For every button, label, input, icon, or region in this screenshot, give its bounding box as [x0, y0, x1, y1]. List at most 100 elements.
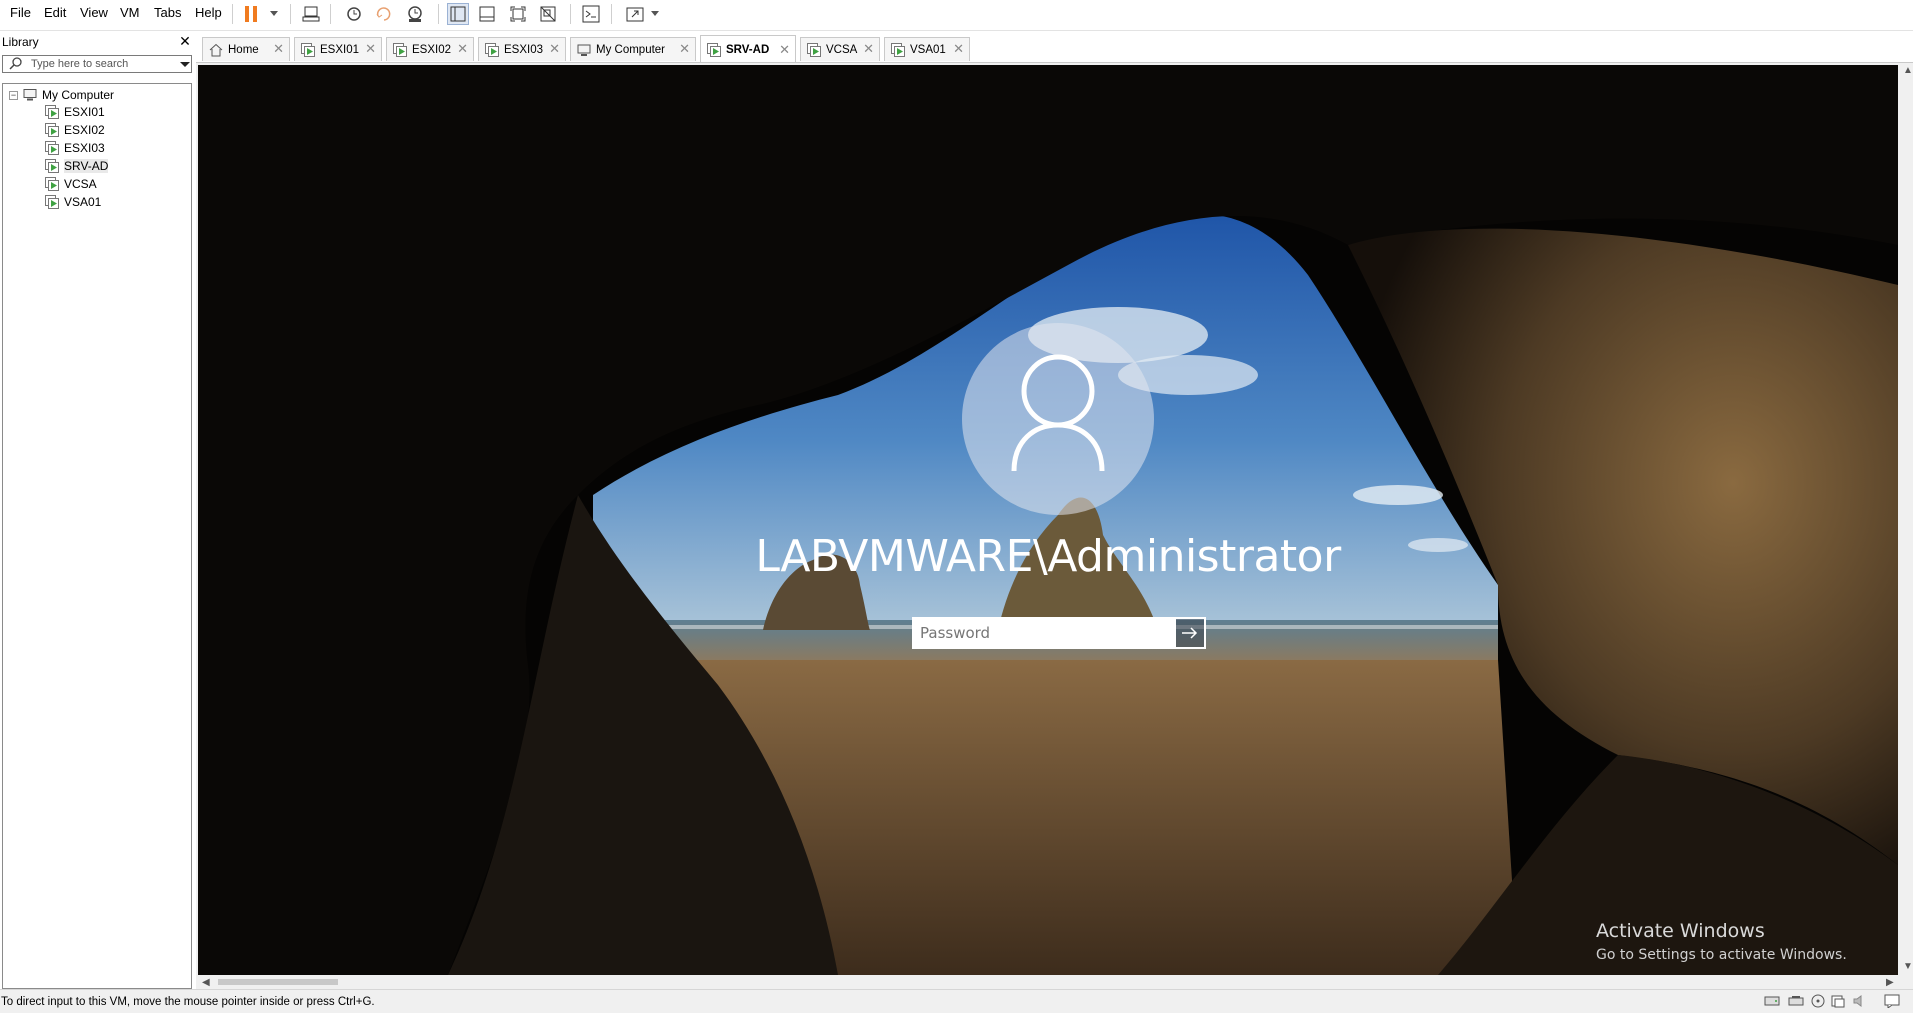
tab-label: SRV-AD — [726, 43, 770, 56]
search-input[interactable] — [31, 57, 171, 71]
library-title: Library — [2, 35, 39, 49]
library-panel: Library ✕ − My Computer ESXI01 ESXI02 ES… — [0, 31, 194, 989]
menu-help[interactable]: Help — [193, 3, 224, 23]
toolbar-separator — [570, 4, 571, 24]
snapshot-revert-icon[interactable] — [373, 3, 395, 25]
scroll-up-icon[interactable]: ▲ — [1903, 65, 1913, 76]
tab-my-computer[interactable]: My Computer ✕ — [570, 37, 696, 61]
console-view-icon[interactable] — [580, 3, 602, 25]
send-ctrl-alt-del-icon[interactable] — [300, 3, 322, 25]
cd-dvd-icon[interactable] — [1810, 994, 1826, 1008]
tab-srv-ad[interactable]: SRV-AD ✕ — [700, 35, 796, 63]
search-icon — [9, 57, 23, 71]
close-icon[interactable]: ✕ — [365, 42, 376, 55]
vm-running-icon — [45, 105, 59, 119]
user-avatar — [962, 323, 1154, 515]
tree-label: My Computer — [42, 88, 115, 102]
toolbar-separator — [611, 4, 612, 24]
show-library-icon[interactable] — [447, 3, 469, 25]
tab-esxi02[interactable]: ESXI02 ✕ — [386, 37, 474, 61]
sound-icon[interactable] — [1852, 994, 1868, 1008]
pause-icon[interactable] — [240, 3, 262, 25]
unity-icon[interactable] — [537, 3, 559, 25]
menu-edit[interactable]: Edit — [42, 3, 68, 23]
tab-label: ESXI03 — [504, 43, 543, 56]
tab-esxi03[interactable]: ESXI03 ✕ — [478, 37, 566, 61]
toolbar-separator — [438, 4, 439, 24]
full-screen-icon[interactable] — [507, 3, 529, 25]
vm-running-icon — [45, 195, 59, 209]
tab-vsa01[interactable]: VSA01 ✕ — [884, 37, 970, 61]
tab-label: VSA01 — [910, 43, 946, 56]
menu-vm[interactable]: VM — [118, 3, 142, 23]
snapshot-take-icon[interactable] — [343, 3, 365, 25]
user-icon — [1011, 354, 1105, 472]
tab-vcsa[interactable]: VCSA ✕ — [800, 37, 880, 61]
tab-home[interactable]: Home ✕ — [202, 37, 290, 61]
scroll-right-icon[interactable]: ▶ — [1886, 977, 1894, 988]
vm-icon — [301, 42, 315, 57]
stretch-dropdown-icon[interactable] — [651, 11, 659, 16]
chevron-down-icon[interactable] — [180, 62, 190, 67]
library-search — [2, 55, 192, 73]
tree-item-vm[interactable]: ESXI01 — [45, 104, 105, 120]
vm-icon — [891, 42, 905, 57]
tab-label: ESXI02 — [412, 43, 451, 56]
power-dropdown-icon[interactable] — [270, 11, 278, 16]
toolbar-separator — [232, 4, 233, 24]
vm-running-icon — [45, 123, 59, 137]
tree-item-vm[interactable]: ESXI02 — [45, 122, 105, 138]
menu-tabs[interactable]: Tabs — [152, 3, 183, 23]
vm-console[interactable]: LABVMWARE\Administrator Activate Windows… — [198, 65, 1898, 975]
library-header: Library ✕ — [0, 31, 194, 51]
message-icon[interactable] — [1884, 994, 1900, 1009]
network-adapter-icon[interactable] — [1788, 994, 1804, 1008]
tab-label: ESXI01 — [320, 43, 359, 56]
login-username: LABVMWARE\Administrator — [755, 531, 1341, 582]
tab-esxi01[interactable]: ESXI01 ✕ — [294, 37, 382, 61]
tab-label: Home — [228, 43, 259, 56]
menu-file[interactable]: File — [8, 3, 33, 23]
close-icon[interactable]: ✕ — [863, 42, 874, 55]
activate-windows-title: Activate Windows — [1596, 920, 1765, 942]
scrollbar-thumb[interactable] — [218, 979, 338, 985]
close-icon[interactable]: ✕ — [178, 33, 192, 49]
tab-label: My Computer — [596, 43, 666, 56]
vm-console-frame: LABVMWARE\Administrator Activate Windows… — [196, 62, 1913, 990]
tree-item-my-computer[interactable]: − My Computer — [9, 87, 114, 103]
status-text: To direct input to this VM, move the mou… — [1, 996, 375, 1008]
menu-view[interactable]: View — [78, 3, 110, 23]
vm-icon — [707, 42, 721, 57]
show-thumbnail-bar-icon[interactable] — [476, 3, 498, 25]
close-icon[interactable]: ✕ — [549, 42, 560, 55]
tree-item-vm[interactable]: VSA01 — [45, 194, 101, 210]
library-tree: − My Computer ESXI01 ESXI02 ESXI03 SRV-A… — [2, 83, 192, 989]
collapse-icon[interactable]: − — [9, 90, 18, 100]
arrow-right-icon — [1182, 627, 1198, 639]
stretch-guest-icon[interactable] — [624, 3, 646, 25]
vm-icon — [807, 42, 821, 57]
submit-button[interactable] — [1174, 617, 1206, 649]
toolbar-separator — [330, 4, 331, 24]
close-icon[interactable]: ✕ — [679, 42, 690, 55]
horizontal-scrollbar[interactable]: ◀ ▶ — [198, 976, 1898, 989]
scroll-down-icon[interactable]: ▼ — [1903, 961, 1913, 972]
scroll-left-icon[interactable]: ◀ — [202, 977, 210, 988]
usb-icon[interactable] — [1830, 994, 1846, 1008]
lock-screen-background — [198, 65, 1898, 975]
home-icon — [209, 43, 223, 57]
vertical-scrollbar[interactable]: ▲ ▼ — [1900, 63, 1913, 975]
close-icon[interactable]: ✕ — [273, 42, 284, 55]
tree-item-vm-selected[interactable]: SRV-AD — [45, 158, 109, 174]
tree-item-vm[interactable]: VCSA — [45, 176, 97, 192]
close-icon[interactable]: ✕ — [779, 43, 790, 56]
tree-label: SRV-AD — [64, 159, 109, 173]
hard-disk-icon[interactable] — [1764, 994, 1780, 1008]
snapshot-manager-icon[interactable] — [404, 3, 426, 25]
password-field[interactable] — [912, 617, 1174, 649]
tree-item-vm[interactable]: ESXI03 — [45, 140, 105, 156]
close-icon[interactable]: ✕ — [457, 42, 468, 55]
activate-windows-subtitle: Go to Settings to activate Windows. — [1596, 947, 1847, 963]
close-icon[interactable]: ✕ — [953, 42, 964, 55]
vm-running-icon — [45, 141, 59, 155]
